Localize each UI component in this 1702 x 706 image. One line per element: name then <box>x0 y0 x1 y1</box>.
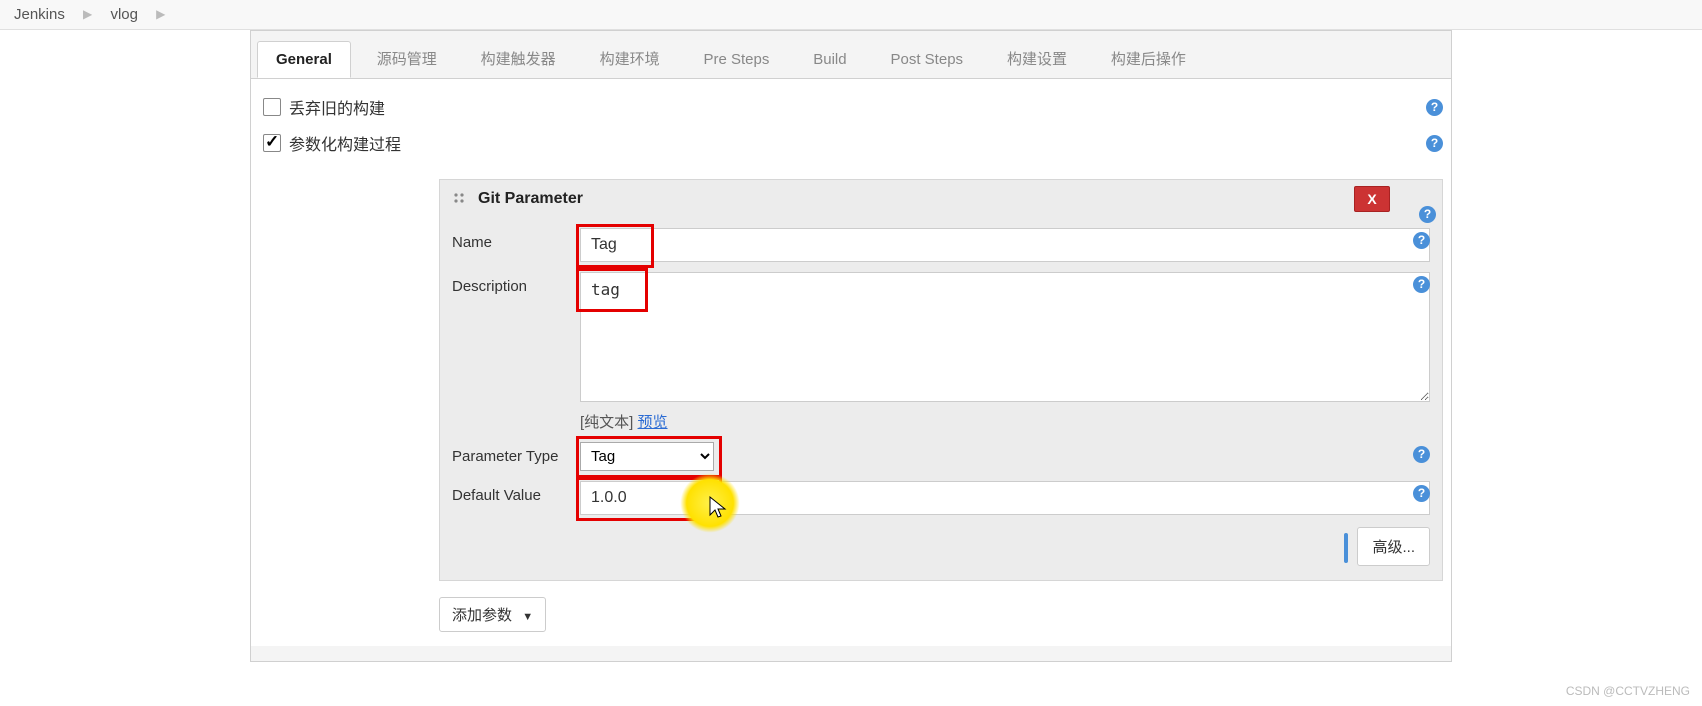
label-discard-old: 丢弃旧的构建 <box>289 95 385 119</box>
tabs-row: General 源码管理 构建触发器 构建环境 Pre Steps Build … <box>251 31 1451 79</box>
parameter-header: Git Parameter <box>452 190 1430 218</box>
tab-build[interactable]: Build <box>795 42 864 77</box>
help-icon[interactable]: ? <box>1413 276 1430 293</box>
advanced-button[interactable]: 高级... <box>1357 527 1430 566</box>
help-icon[interactable]: ? <box>1413 485 1430 502</box>
help-icon[interactable]: ? <box>1419 206 1436 223</box>
breadcrumb: Jenkins ▶ vlog ▶ <box>0 0 1702 30</box>
git-parameter-block: X ? Git Parameter Name ? <box>439 179 1443 581</box>
form-body: 丢弃旧的构建 ? 参数化构建过程 ? X ? Git Parameter <box>251 79 1451 646</box>
input-name[interactable] <box>580 228 1430 262</box>
tab-build-env[interactable]: 构建环境 <box>582 39 678 78</box>
delete-parameter-button[interactable]: X <box>1354 186 1390 212</box>
watermark: CSDN @CCTVZHENG <box>1566 684 1690 698</box>
tab-post-build[interactable]: 构建后操作 <box>1093 39 1204 78</box>
chevron-right-icon: ▶ <box>156 7 165 21</box>
tab-general[interactable]: General <box>257 41 351 78</box>
breadcrumb-item-jenkins[interactable]: Jenkins <box>14 6 65 23</box>
preview-link[interactable]: 预览 <box>638 414 668 431</box>
description-hint: [纯文本] 预览 <box>580 411 1430 432</box>
tab-scm[interactable]: 源码管理 <box>359 39 455 78</box>
chevron-right-icon: ▶ <box>83 7 92 21</box>
row-default-value: Default Value ? <box>452 481 1430 515</box>
add-parameter-label: 添加参数 <box>452 607 512 624</box>
parameter-title: Git Parameter <box>478 190 583 208</box>
option-parameterized: 参数化构建过程 ? <box>259 125 1443 161</box>
tab-build-settings[interactable]: 构建设置 <box>989 39 1085 78</box>
tab-pre-steps[interactable]: Pre Steps <box>685 42 787 77</box>
input-default-value[interactable] <box>580 481 1430 515</box>
row-name: Name ? <box>452 228 1430 262</box>
tab-post-steps[interactable]: Post Steps <box>873 42 982 77</box>
tab-triggers[interactable]: 构建触发器 <box>463 39 574 78</box>
accent-bar <box>1344 533 1348 563</box>
checkbox-parameterized[interactable] <box>263 134 281 152</box>
input-description[interactable]: tag <box>580 272 1430 402</box>
help-icon[interactable]: ? <box>1426 135 1443 152</box>
row-parameter-type: Parameter Type Tag ? <box>452 442 1430 471</box>
hint-prefix: [纯文本] <box>580 414 638 431</box>
row-description: Description tag [纯文本] 预览 ? <box>452 272 1430 432</box>
help-icon[interactable]: ? <box>1413 232 1430 249</box>
add-parameter-button[interactable]: 添加参数 ▼ <box>439 597 546 632</box>
label-description: Description <box>452 272 580 295</box>
option-discard-old: 丢弃旧的构建 ? <box>259 89 1443 125</box>
advanced-row: 高级... <box>452 527 1430 566</box>
label-parameterized: 参数化构建过程 <box>289 131 401 155</box>
label-default-value: Default Value <box>452 481 580 504</box>
help-icon[interactable]: ? <box>1413 446 1430 463</box>
caret-down-icon: ▼ <box>522 611 533 623</box>
label-parameter-type: Parameter Type <box>452 442 580 465</box>
help-icon[interactable]: ? <box>1426 99 1443 116</box>
config-panel: General 源码管理 构建触发器 构建环境 Pre Steps Build … <box>250 30 1452 662</box>
drag-handle-icon[interactable] <box>452 191 468 207</box>
label-name: Name <box>452 228 580 251</box>
checkbox-discard-old[interactable] <box>263 98 281 116</box>
breadcrumb-item-vlog[interactable]: vlog <box>110 6 138 23</box>
select-parameter-type[interactable]: Tag <box>580 442 714 471</box>
